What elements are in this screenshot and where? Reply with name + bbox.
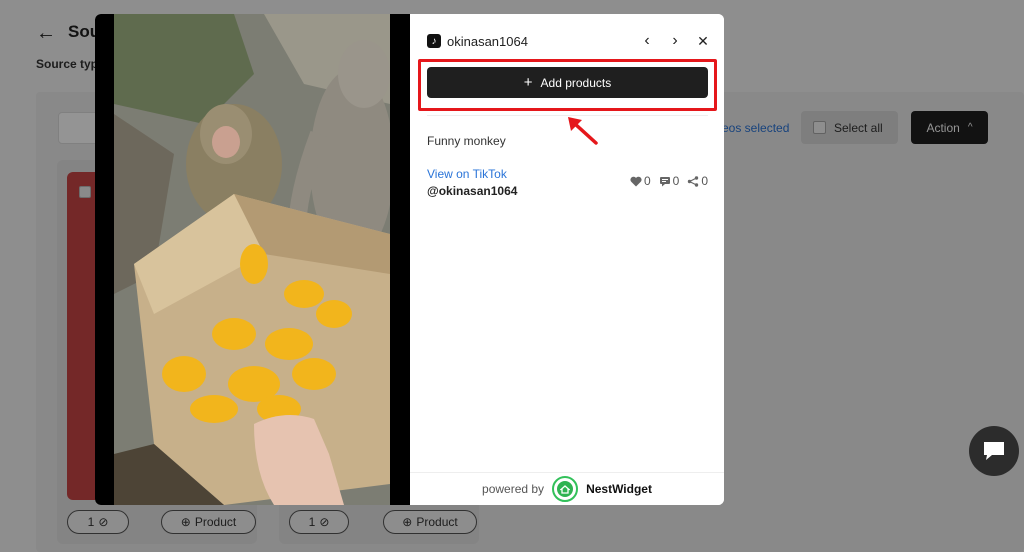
shares-count: 0: [701, 174, 708, 188]
chevron-left-icon[interactable]: ‹: [640, 33, 654, 49]
chat-bubble-icon: [984, 442, 1004, 460]
annotation-arrow-icon: [568, 117, 598, 145]
likes-stat: 0: [630, 174, 651, 188]
likes-count: 0: [643, 174, 651, 188]
brand-name[interactable]: NestWidget: [586, 482, 652, 496]
home-icon: [557, 481, 574, 497]
comments-count: 0: [672, 174, 680, 188]
nav-controls: ‹ › ✕: [640, 33, 710, 50]
video-frame[interactable]: [114, 14, 390, 505]
video-details-panel: ♪ okinasan1064 ‹ › ✕ + Add products Funn…: [410, 14, 724, 505]
comment-icon: [659, 176, 670, 186]
powered-by-text: powered by: [482, 482, 545, 496]
plus-icon: +: [523, 73, 533, 91]
chevron-right-icon[interactable]: ›: [668, 33, 682, 49]
details-header: ♪ okinasan1064 ‹ › ✕: [427, 31, 710, 51]
powered-by-footer: powered by NestWidget: [410, 472, 724, 505]
add-products-button[interactable]: + Add products: [427, 67, 708, 98]
comments-stat: 0: [659, 174, 680, 188]
nestwidget-logo[interactable]: [552, 476, 579, 502]
video-modal: ♪ okinasan1064 ‹ › ✕ + Add products Funn…: [95, 14, 724, 505]
video-caption: Funny monkey: [427, 134, 506, 148]
close-icon[interactable]: ✕: [696, 33, 710, 49]
view-on-tiktok-link[interactable]: View on TikTok: [427, 167, 507, 181]
heart-icon: [630, 176, 642, 186]
tiktok-icon: ♪: [427, 34, 441, 48]
header-username: okinasan1064: [447, 33, 528, 49]
share-icon: [688, 175, 699, 187]
video-player[interactable]: [95, 14, 410, 505]
engagement-stats: 0 0 0: [630, 174, 708, 188]
chat-button[interactable]: [969, 426, 1019, 476]
add-products-label: Add products: [540, 75, 612, 90]
author-handle: @okinasan1064: [427, 184, 518, 198]
video-still: [114, 14, 390, 505]
shares-stat: 0: [687, 174, 708, 188]
